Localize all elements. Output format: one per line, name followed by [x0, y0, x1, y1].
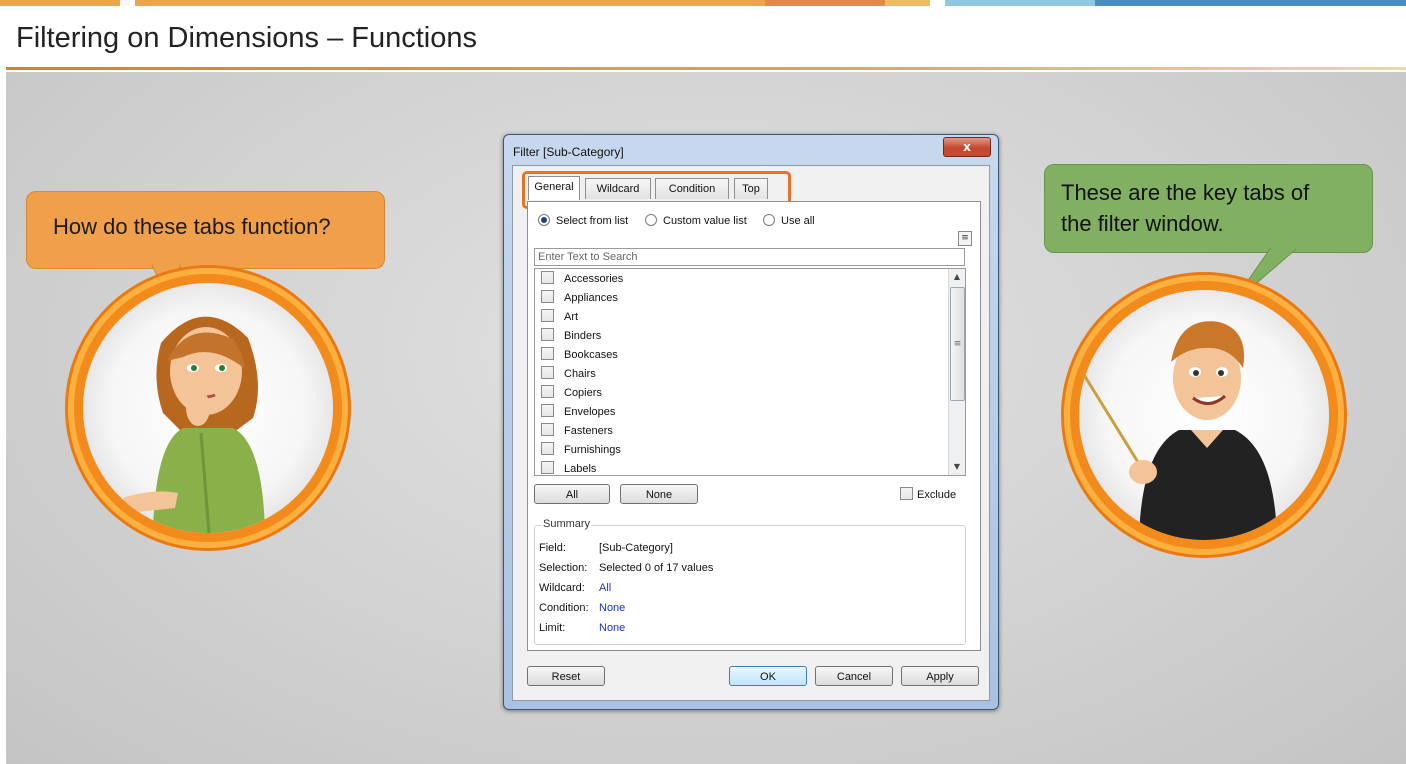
list-item-label: Accessories: [564, 273, 624, 285]
list-item[interactable]: Fasteners: [541, 422, 613, 441]
woman-illustration: [123, 316, 265, 533]
checkbox-icon: [900, 487, 913, 500]
radio-select-from-list-label: Select from list: [556, 215, 629, 227]
list-item-label: Appliances: [564, 292, 618, 304]
list-item[interactable]: Envelopes: [541, 403, 615, 422]
checkbox-icon: [541, 347, 554, 360]
scroll-thumb[interactable]: ≡: [950, 287, 965, 401]
radio-custom-value-list[interactable]: Custom value list: [645, 214, 747, 227]
checkbox-icon: [541, 290, 554, 303]
right-speech-bubble: These are the key tabs of the filter win…: [1044, 164, 1373, 253]
summary-condition-value: None: [599, 602, 626, 614]
checkbox-icon: [541, 328, 554, 341]
list-item[interactable]: Furnishings: [541, 441, 621, 460]
summary-wildcard-label: Wildcard:: [539, 582, 585, 594]
summary-legend: Summary: [541, 518, 593, 530]
radio-select-from-list[interactable]: Select from list: [538, 214, 628, 227]
summary-limit-row: Limit: None: [539, 622, 625, 634]
summary-group: Summary Field: [Sub-Category] Selection: S…: [534, 518, 966, 645]
scroll-down-icon[interactable]: ▼: [949, 459, 965, 475]
checkbox-icon: [541, 461, 554, 474]
list-item-label: Furnishings: [564, 444, 621, 456]
summary-field-label: Field:: [539, 542, 566, 554]
woman-avatar: [83, 283, 333, 533]
checkbox-icon: [541, 423, 554, 436]
ok-button[interactable]: OK: [729, 666, 807, 686]
summary-selection-value: Selected 0 of 17 values: [599, 562, 714, 574]
list-item[interactable]: Art: [541, 308, 578, 327]
summary-selection-label: Selection:: [539, 562, 588, 574]
checkbox-icon: [541, 404, 554, 417]
reset-button[interactable]: Reset: [527, 666, 605, 686]
filter-dialog: Filter [Sub-Category] x General Wildcard…: [503, 134, 999, 710]
list-item[interactable]: Copiers: [541, 384, 602, 403]
list-item[interactable]: Accessories: [541, 270, 623, 289]
radio-checked-icon: [538, 214, 550, 226]
all-button[interactable]: All: [534, 484, 610, 504]
list-item[interactable]: Appliances: [541, 289, 618, 308]
general-tab-panel: Select from list Custom value list Use a…: [527, 201, 981, 651]
list-scrollbar[interactable]: ▲ ≡ ▼: [948, 269, 965, 475]
list-menu-icon[interactable]: ≡: [958, 231, 972, 246]
list-item-label: Bookcases: [564, 349, 618, 361]
slide-header: Filtering on Dimensions – Functions: [0, 6, 1406, 70]
title-divider: [6, 67, 1406, 70]
radio-unchecked-icon: [763, 214, 775, 226]
exclude-label: Exclude: [917, 489, 957, 501]
radio-unchecked-icon: [645, 214, 657, 226]
list-item-label: Binders: [564, 330, 602, 342]
summary-limit-label: Limit:: [539, 622, 566, 634]
left-speech-bubble: How do these tabs function?: [26, 191, 385, 269]
right-speech-line-1: These are the key tabs of: [1061, 180, 1310, 205]
summary-condition-row: Condition: None: [539, 602, 625, 614]
summary-wildcard-row: Wildcard: All: [539, 582, 611, 594]
radio-custom-value-list-label: Custom value list: [663, 215, 747, 227]
list-item[interactable]: Binders: [541, 327, 601, 346]
right-speech-line-2: the filter window.: [1061, 211, 1224, 236]
list-item-label: Chairs: [564, 368, 596, 380]
scroll-up-icon[interactable]: ▲: [949, 269, 965, 285]
list-item-label: Art: [564, 311, 579, 323]
summary-selection-row: Selection: Selected 0 of 17 values: [539, 562, 713, 574]
search-input[interactable]: Enter Text to Search: [534, 248, 965, 266]
value-list: Accessories Appliances Art Binders Bookc…: [534, 268, 966, 476]
summary-field-value: [Sub-Category]: [599, 542, 673, 554]
x-icon: x: [963, 140, 971, 154]
list-item-label: Fasteners: [564, 425, 613, 437]
dialog-client-area: General Wildcard Condition Top Select fr…: [512, 165, 990, 701]
radio-use-all[interactable]: Use all: [763, 214, 815, 227]
checkbox-icon: [541, 385, 554, 398]
summary-condition-label: Condition:: [539, 602, 589, 614]
apply-button[interactable]: Apply: [901, 666, 979, 686]
summary-limit-value: None: [599, 622, 626, 634]
man-illustration: [1079, 321, 1277, 540]
list-item[interactable]: Bookcases: [541, 346, 618, 365]
exclude-checkbox[interactable]: Exclude: [900, 487, 956, 501]
checkbox-icon: [541, 309, 554, 322]
list-item[interactable]: Labels: [541, 460, 597, 475]
summary-field-row: Field: [Sub-Category]: [539, 542, 673, 554]
list-item-label: Labels: [564, 463, 597, 475]
list-item-label: Envelopes: [564, 406, 616, 418]
checkbox-icon: [541, 271, 554, 284]
checkbox-icon: [541, 442, 554, 455]
none-button[interactable]: None: [620, 484, 698, 504]
page-title: Filtering on Dimensions – Functions: [16, 22, 477, 54]
checkbox-icon: [541, 366, 554, 379]
right-speech-text: These are the key tabs of the filter win…: [1061, 177, 1309, 239]
close-button[interactable]: x: [943, 137, 991, 157]
dialog-title: Filter [Sub-Category]: [513, 145, 624, 159]
man-avatar: [1079, 290, 1329, 540]
summary-wildcard-value: All: [599, 582, 612, 594]
list-item[interactable]: Chairs: [541, 365, 596, 384]
list-item-label: Copiers: [564, 387, 602, 399]
cancel-button[interactable]: Cancel: [815, 666, 893, 686]
left-speech-text: How do these tabs function?: [53, 214, 331, 239]
radio-use-all-label: Use all: [781, 215, 815, 227]
